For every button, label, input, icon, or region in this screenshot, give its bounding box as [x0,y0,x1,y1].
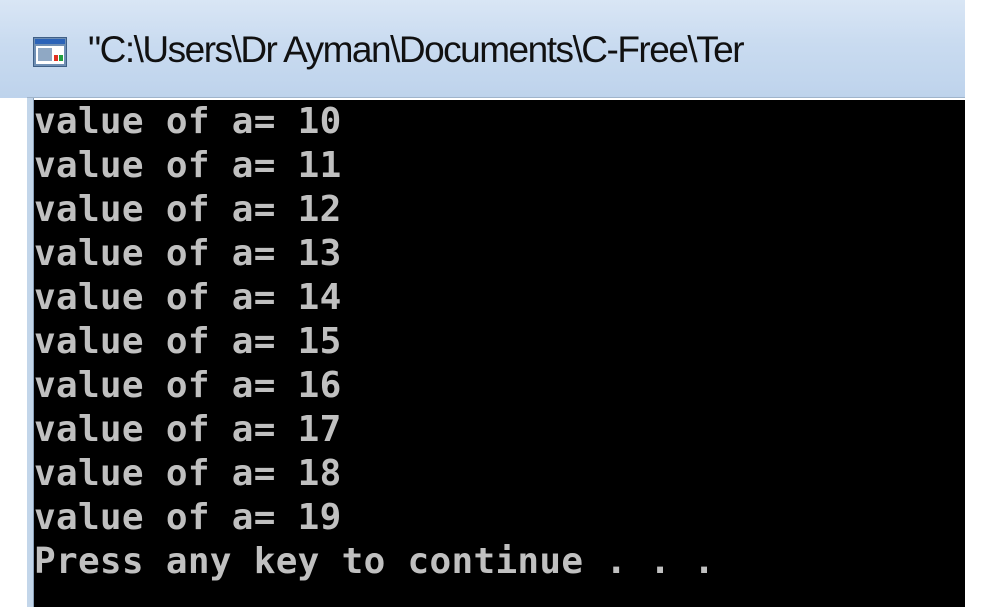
console-line: value of a= 11 [34,145,342,186]
console-line: value of a= 16 [34,365,342,406]
console-window: "C:\Users\Dr Ayman\Documents\C-Free\Ter … [0,0,987,607]
window-title: "C:\Users\Dr Ayman\Documents\C-Free\Ter [88,29,745,70]
console-line: value of a= 19 [34,497,342,538]
console-line: value of a= 12 [34,189,342,230]
console-line: value of a= 18 [34,453,342,494]
console-app-icon[interactable] [33,37,67,67]
right-margin [965,0,987,607]
console-line: value of a= 10 [34,101,342,142]
console-line: value of a= 17 [34,409,342,450]
title-bar[interactable]: "C:\Users\Dr Ayman\Documents\C-Free\Ter [0,0,965,98]
frame-top-edge [27,97,965,98]
console-output[interactable]: value of a= 10 value of a= 11 value of a… [34,100,965,607]
console-line: value of a= 13 [34,233,342,274]
console-line: value of a= 14 [34,277,342,318]
left-margin [0,98,27,607]
console-line: value of a= 15 [34,321,342,362]
console-prompt-line: Press any key to continue . . . [34,541,716,582]
